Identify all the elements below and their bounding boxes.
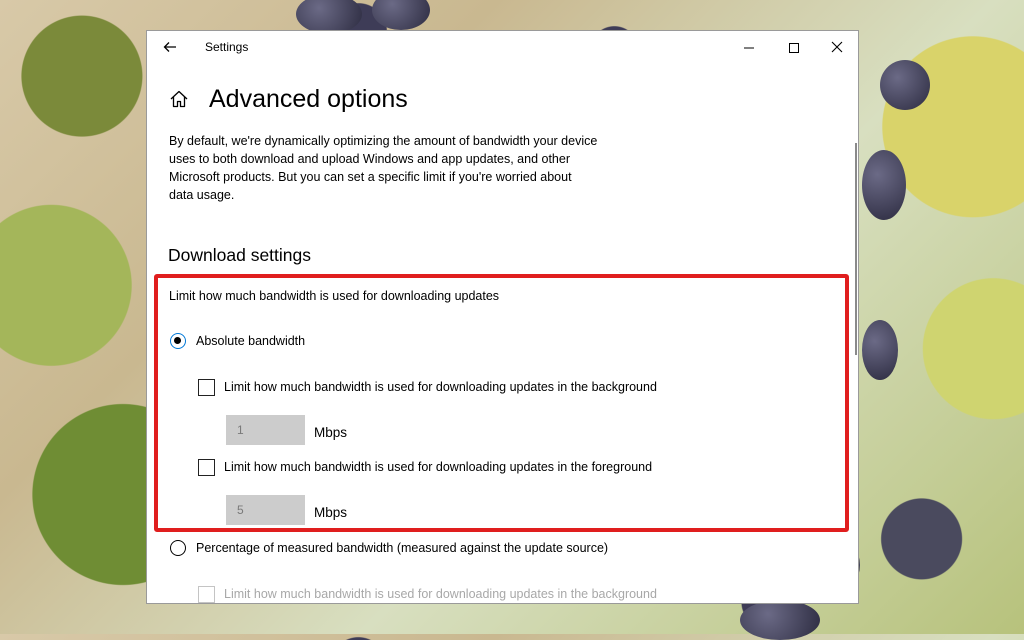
page-description: By default, we're dynamically optimizing… bbox=[169, 134, 598, 202]
settings-window: Settings Advanced options By default, we… bbox=[146, 30, 859, 604]
foreground-unit-label: Mbps bbox=[314, 505, 348, 520]
foreground-bandwidth-input[interactable]: 5 bbox=[226, 495, 305, 525]
title-bar: Settings bbox=[147, 31, 858, 63]
minimize-icon bbox=[744, 47, 754, 49]
close-icon bbox=[831, 41, 843, 53]
limit-background-label[interactable]: Limit how much bandwidth is used for dow… bbox=[224, 380, 657, 394]
back-button[interactable] bbox=[157, 35, 183, 59]
background-unit-label: Mbps bbox=[314, 425, 348, 440]
close-button[interactable] bbox=[815, 31, 858, 63]
arrow-left-icon bbox=[163, 41, 176, 52]
download-settings-heading: Download settings bbox=[168, 245, 311, 265]
absolute-bandwidth-label[interactable]: Absolute bandwidth bbox=[196, 334, 305, 348]
scrollbar[interactable] bbox=[855, 143, 857, 355]
limit-foreground-checkbox[interactable] bbox=[198, 459, 215, 476]
limit-background-checkbox[interactable] bbox=[198, 379, 215, 396]
percentage-bandwidth-label[interactable]: Percentage of measured bandwidth (measur… bbox=[196, 541, 608, 555]
percentage-limit-background-label[interactable]: Limit how much bandwidth is used for dow… bbox=[224, 587, 657, 601]
wallpaper-grape bbox=[372, 0, 430, 30]
maximize-button[interactable] bbox=[772, 31, 816, 63]
percentage-bandwidth-radio[interactable] bbox=[170, 540, 186, 556]
background-bandwidth-input[interactable]: 1 bbox=[226, 415, 305, 445]
page-title: Advanced options bbox=[209, 85, 408, 113]
window-title: Settings bbox=[205, 40, 249, 54]
maximize-icon bbox=[789, 43, 799, 54]
percentage-limit-background-checkbox[interactable] bbox=[198, 586, 215, 603]
wallpaper-grape bbox=[740, 600, 820, 640]
wallpaper-grape bbox=[880, 60, 930, 110]
limit-foreground-label[interactable]: Limit how much bandwidth is used for dow… bbox=[224, 460, 652, 474]
minimize-button[interactable] bbox=[727, 31, 771, 63]
limit-bandwidth-label: Limit how much bandwidth is used for dow… bbox=[169, 289, 500, 303]
home-icon[interactable] bbox=[169, 89, 189, 109]
wallpaper-grape bbox=[862, 150, 906, 220]
highlight-annotation-box bbox=[154, 274, 849, 532]
wallpaper-grape bbox=[296, 0, 362, 34]
absolute-bandwidth-radio[interactable] bbox=[170, 333, 186, 349]
wallpaper-grape bbox=[862, 320, 898, 380]
